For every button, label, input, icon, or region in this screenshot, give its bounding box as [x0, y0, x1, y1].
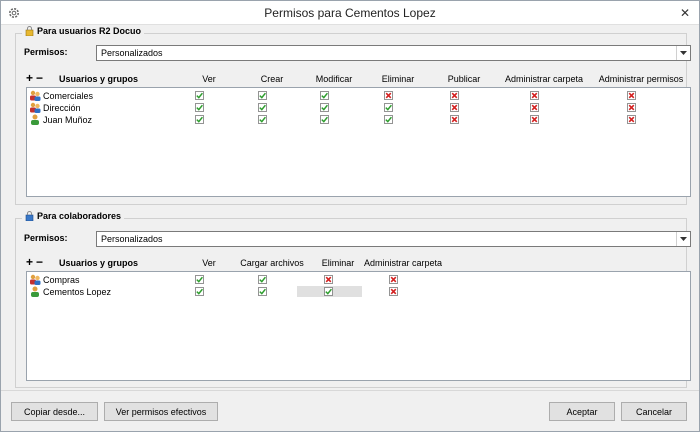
checkbox-denied-icon[interactable]	[449, 115, 459, 124]
row-name: Juan Muñoz	[43, 115, 93, 125]
checkbox-checked-icon[interactable]	[257, 91, 267, 100]
checkbox-denied-icon[interactable]	[388, 287, 398, 296]
table-row[interactable]: Compras	[27, 274, 690, 286]
cancel-button[interactable]: Cancelar	[621, 402, 687, 421]
row-name: Cementos Lopez	[43, 287, 112, 297]
checkbox-checked-icon[interactable]	[194, 103, 204, 112]
row-name: Dirección	[43, 103, 81, 113]
checkbox-checked-icon[interactable]	[194, 287, 204, 296]
collab-list-tools: + −	[26, 256, 43, 268]
view-effective-permissions-button[interactable]: Ver permisos efectivos	[104, 402, 218, 421]
checkbox-checked-icon[interactable]	[257, 103, 267, 112]
users-header-label: Usuarios y grupos	[59, 74, 139, 84]
checkbox-denied-icon[interactable]	[388, 275, 398, 284]
checkbox-checked-icon[interactable]	[194, 115, 204, 124]
checkbox-checked-icon[interactable]	[257, 275, 267, 284]
collab-group-title: Para colaboradores	[22, 211, 125, 221]
table-row[interactable]: Comerciales	[27, 90, 690, 102]
collab-group-title-text: Para colaboradores	[37, 211, 122, 221]
users-permisos-value: Personalizados	[101, 48, 163, 58]
collab-header-label: Usuarios y grupos	[59, 258, 139, 268]
checkbox-checked-icon[interactable]	[257, 287, 267, 296]
checkbox-denied-icon[interactable]	[626, 115, 636, 124]
close-icon[interactable]: ✕	[677, 5, 693, 21]
column-header: Administrar carpeta	[504, 74, 584, 84]
checkbox-checked-icon[interactable]	[319, 103, 329, 112]
checkbox-checked-icon[interactable]	[194, 91, 204, 100]
users-list-tools: + −	[26, 72, 43, 84]
users-list-header: + − Usuarios y grupos Ver Crear Modificar E…	[26, 72, 686, 86]
checkbox-denied-icon[interactable]	[626, 91, 636, 100]
table-row[interactable]: Cementos Lopez	[27, 286, 690, 298]
collab-permisos-value: Personalizados	[101, 234, 163, 244]
group-icon	[30, 90, 41, 101]
collab-permissions-list[interactable]: Compras Cementos Lopez	[26, 271, 691, 381]
users-group-title: Para usuarios R2 Docuo	[22, 26, 145, 36]
add-collaborator-button[interactable]: +	[26, 256, 33, 268]
checkbox-denied-icon[interactable]	[626, 103, 636, 112]
checkbox-checked-icon[interactable]	[319, 91, 329, 100]
checkbox-denied-icon[interactable]	[449, 91, 459, 100]
remove-collaborator-button[interactable]: −	[36, 256, 43, 268]
window-title: Permisos para Cementos Lopez	[264, 6, 436, 20]
group-icon	[30, 102, 41, 113]
add-user-button[interactable]: +	[26, 72, 33, 84]
remove-user-button[interactable]: −	[36, 72, 43, 84]
lock-icon	[25, 211, 34, 221]
permissions-dialog: Permisos para Cementos Lopez ✕ Para usua…	[0, 0, 700, 432]
checkbox-denied-icon[interactable]	[529, 91, 539, 100]
checkbox-denied-icon[interactable]	[449, 103, 459, 112]
checkbox-denied-icon[interactable]	[529, 115, 539, 124]
user-icon	[31, 114, 39, 125]
collab-permisos-label: Permisos:	[24, 233, 68, 243]
table-row[interactable]: Dirección	[27, 102, 690, 114]
checkbox-checked-icon[interactable]	[257, 115, 267, 124]
chevron-down-icon[interactable]	[676, 46, 690, 60]
checkbox-checked-icon[interactable]	[194, 275, 204, 284]
column-header: Administrar carpeta	[363, 258, 443, 268]
checkbox-checked-icon[interactable]	[323, 287, 333, 296]
user-icon	[31, 286, 39, 297]
users-permissions-group: Para usuarios R2 Docuo Permisos: Persona…	[15, 26, 691, 205]
column-header: Administrar permisos	[598, 74, 684, 84]
checkbox-checked-icon[interactable]	[383, 115, 393, 124]
footer-separator	[1, 390, 699, 391]
users-permissions-list[interactable]: Comerciales Dirección Juan Muñoz	[26, 87, 691, 197]
checkbox-checked-icon[interactable]	[319, 115, 329, 124]
checkbox-checked-icon[interactable]	[383, 103, 393, 112]
collab-list-header: + − Usuarios y grupos Ver Cargar archivos…	[26, 256, 686, 270]
checkbox-denied-icon[interactable]	[383, 91, 393, 100]
copy-from-button[interactable]: Copiar desde...	[11, 402, 98, 421]
lock-icon	[25, 26, 34, 36]
collab-permisos-select[interactable]: Personalizados	[96, 231, 691, 247]
users-group-title-text: Para usuarios R2 Docuo	[37, 26, 142, 36]
checkbox-denied-icon[interactable]	[529, 103, 539, 112]
chevron-down-icon[interactable]	[676, 232, 690, 246]
users-permisos-select[interactable]: Personalizados	[96, 45, 691, 61]
collab-permissions-group: Para colaboradores Permisos: Personaliza…	[15, 211, 691, 388]
title-bar: Permisos para Cementos Lopez ✕	[1, 1, 699, 25]
row-name: Comerciales	[43, 91, 94, 101]
checkbox-denied-icon[interactable]	[323, 275, 333, 284]
row-name: Compras	[43, 275, 80, 285]
users-permisos-label: Permisos:	[24, 47, 68, 57]
accept-button[interactable]: Aceptar	[549, 402, 615, 421]
table-row[interactable]: Juan Muñoz	[27, 114, 690, 126]
group-icon	[30, 274, 41, 285]
